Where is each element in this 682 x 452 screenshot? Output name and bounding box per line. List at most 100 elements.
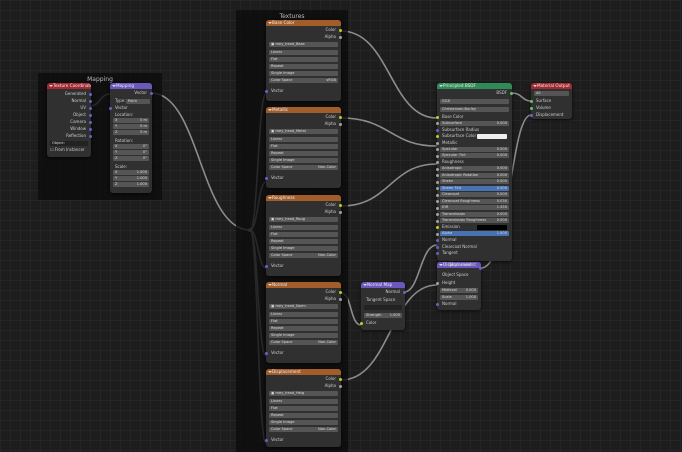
image-datablock-field[interactable]: ▣ mey_head_Metal [269, 129, 338, 134]
texture-proj-dropdown[interactable]: Flat [269, 57, 338, 62]
strength-field[interactable]: Strength 1.000 [364, 313, 402, 318]
texture-proj-dropdown[interactable]: Flat [269, 319, 338, 324]
texture-ext-dropdown[interactable]: Repeat [269, 64, 338, 69]
bsdf-out-socket[interactable] [510, 92, 513, 95]
mapping-loc-z-field[interactable]: Z 0 m [113, 130, 149, 135]
distribution-dropdown[interactable]: GGX [440, 99, 509, 104]
texture-src-dropdown[interactable]: Single Image [269, 246, 338, 251]
image-texture-node-3[interactable]: Roughness Color Alpha ▣ mey_head_Roug Linear… [265, 195, 342, 276]
bsdf-clearcoat-field[interactable]: Clearcoat 0.000 [440, 192, 509, 197]
bsdf-subsurface-field[interactable]: Subsurface 0.000 [440, 120, 509, 126]
texcoord-socket-generated[interactable] [89, 93, 92, 96]
from-instancer-checkbox[interactable]: ☐ From Instancer [50, 147, 85, 153]
texture-vector-socket[interactable] [265, 352, 268, 355]
texture-color-socket[interactable] [339, 29, 342, 32]
bsdf-sheen-field[interactable]: Sheen 0.000 [440, 179, 509, 184]
object-field[interactable]: Object: [50, 141, 88, 146]
image-texture-header[interactable]: Roughness [266, 195, 341, 201]
texture-src-dropdown[interactable]: Single Image [269, 71, 338, 76]
image-texture-header[interactable]: Base Color [266, 20, 341, 26]
bsdf-anisotropic-socket[interactable] [436, 167, 439, 171]
bsdf-subsurface-socket[interactable] [436, 122, 439, 125]
bsdf-specular-tint-socket[interactable] [436, 154, 439, 158]
texture-interp-dropdown[interactable]: Linear [269, 312, 338, 317]
image-texture-node-1[interactable]: Base Color Color Alpha ▣ mey_head_Base Linea… [265, 20, 342, 101]
color-space-dropdown[interactable]: Color Space Non-Color [269, 165, 338, 170]
subsurface-method-dropdown[interactable]: Christensen-Burley [440, 107, 509, 112]
texture-color-socket[interactable] [339, 378, 342, 381]
principled-bsdf-header[interactable]: Principled BSDF [437, 83, 512, 89]
texture-color-socket[interactable] [339, 116, 342, 119]
mapping-in-socket[interactable] [109, 107, 112, 110]
bsdf-metallic-socket[interactable] [436, 141, 439, 145]
texcoord-socket-uv[interactable] [89, 107, 92, 110]
type-dropdown[interactable]: Point [126, 99, 150, 104]
color-space-dropdown[interactable]: Color Space Non-Color [269, 340, 338, 345]
texture-vector-socket[interactable] [265, 439, 268, 442]
texture-vector-socket[interactable] [265, 265, 268, 268]
output-volume-socket[interactable] [530, 107, 533, 110]
image-datablock-field[interactable]: ▣ mey_head_Base [269, 42, 338, 47]
material-output-node[interactable]: Material Output All Surface Volume Displac… [530, 83, 572, 119]
principled-bsdf-node[interactable]: Principled BSDF BSDF GGX Christensen-Bur… [436, 83, 513, 261]
texture-src-dropdown[interactable]: Single Image [269, 420, 338, 425]
bsdf-specular-socket[interactable] [436, 148, 439, 151]
texture-src-dropdown[interactable]: Single Image [269, 333, 338, 338]
bsdf-ior-field[interactable]: IOR 1.450 [440, 205, 509, 210]
texture-color-socket[interactable] [339, 204, 342, 207]
scale-field[interactable]: Scale 1.000 [440, 295, 478, 300]
normal-map-node[interactable]: Normal Map Normal Tangent Space Strength… [360, 282, 406, 330]
bsdf-roughness-socket[interactable] [436, 161, 439, 164]
normal-map-header[interactable]: Normal Map [361, 282, 405, 288]
target-dropdown[interactable]: All [534, 91, 569, 96]
displacement-node[interactable]: Displacement Displacement Object Space H… [436, 262, 482, 310]
bsdf-clearcoat-socket[interactable] [436, 193, 439, 197]
texture-coordinate-header[interactable]: Texture Coordinate [47, 83, 91, 89]
texture-proj-dropdown[interactable]: Flat [269, 232, 338, 237]
height-socket[interactable] [436, 282, 439, 285]
normal-map-out-socket[interactable] [403, 291, 406, 294]
bsdf-subsurface-color-socket[interactable] [436, 135, 439, 138]
texture-interp-dropdown[interactable]: Linear [269, 137, 338, 142]
texture-alpha-socket[interactable] [339, 211, 342, 214]
color-space-dropdown[interactable]: Color Space Non-Color [269, 253, 338, 258]
bsdf-anisotropic-field[interactable]: Anisotropic 0.000 [440, 166, 509, 171]
bsdf-tangent-socket[interactable] [436, 252, 439, 255]
texture-interp-dropdown[interactable]: Linear [269, 50, 338, 55]
texture-ext-dropdown[interactable]: Repeat [269, 239, 338, 244]
bsdf-sheen-socket[interactable] [436, 180, 439, 184]
image-texture-header[interactable]: Normal [266, 282, 341, 288]
displacement-out-socket[interactable] [479, 267, 482, 270]
color-space-dropdown[interactable]: Color Space Non-Color [269, 427, 338, 432]
image-texture-header[interactable]: Displacement [266, 369, 341, 375]
texture-alpha-socket[interactable] [339, 385, 342, 388]
bsdf-transmission-field[interactable]: Transmission 0.000 [440, 211, 509, 217]
bsdf-specular-field[interactable]: Specular 0.500 [440, 146, 509, 152]
bsdf-specular-tint-field[interactable]: Specular Tint 0.000 [440, 153, 509, 158]
bsdf-ior-socket[interactable] [436, 206, 439, 210]
mapping-scl-z-field[interactable]: Z 1.000 [113, 182, 149, 187]
image-texture-node-5[interactable]: Displacement Color Alpha ▣ mey_head_Heig Lin… [265, 369, 342, 447]
bsdf-sheen-tint-field[interactable]: Sheen Tint 0.500 [440, 185, 509, 191]
image-texture-node-2[interactable]: Metallic Color Alpha ▣ mey_head_Metal Linear… [265, 107, 342, 188]
image-datablock-field[interactable]: ▣ mey_head_Norm [269, 304, 338, 309]
bsdf-subsurface-radius-socket[interactable] [436, 128, 439, 132]
bsdf-clearcoat-roughness-field[interactable]: Clearcoat Roughness 0.030 [440, 198, 509, 204]
bsdf-alpha-socket[interactable] [436, 232, 439, 236]
mapping-loc-x-field[interactable]: X 0 m [113, 118, 149, 123]
mapping-scl-y-field[interactable]: Y 1.000 [113, 176, 149, 181]
mapping-scl-x-field[interactable]: X 1.000 [113, 170, 149, 175]
bsdf-sheen-tint-socket[interactable] [436, 187, 439, 190]
mapping-out-socket[interactable] [150, 92, 153, 95]
texture-interp-dropdown[interactable]: Linear [269, 225, 338, 230]
texture-interp-dropdown[interactable]: Linear [269, 399, 338, 404]
output-surface-socket[interactable] [530, 100, 533, 103]
bsdf-alpha-field[interactable]: Alpha 1.000 [440, 231, 509, 236]
image-datablock-field[interactable]: ▣ mey_head_Roug [269, 217, 338, 222]
mapping-rot-z-field[interactable]: Z 0° [113, 156, 149, 161]
bsdf-anisotropic-rotation-socket[interactable] [436, 174, 439, 177]
texture-ext-dropdown[interactable]: Repeat [269, 151, 338, 156]
bsdf-clearcoat-normal-socket[interactable] [436, 245, 439, 249]
texture-coordinate-node[interactable]: Texture Coordinate Object: ☐ From Instan… [47, 83, 92, 157]
mapping-rot-x-field[interactable]: X 0° [113, 144, 149, 149]
